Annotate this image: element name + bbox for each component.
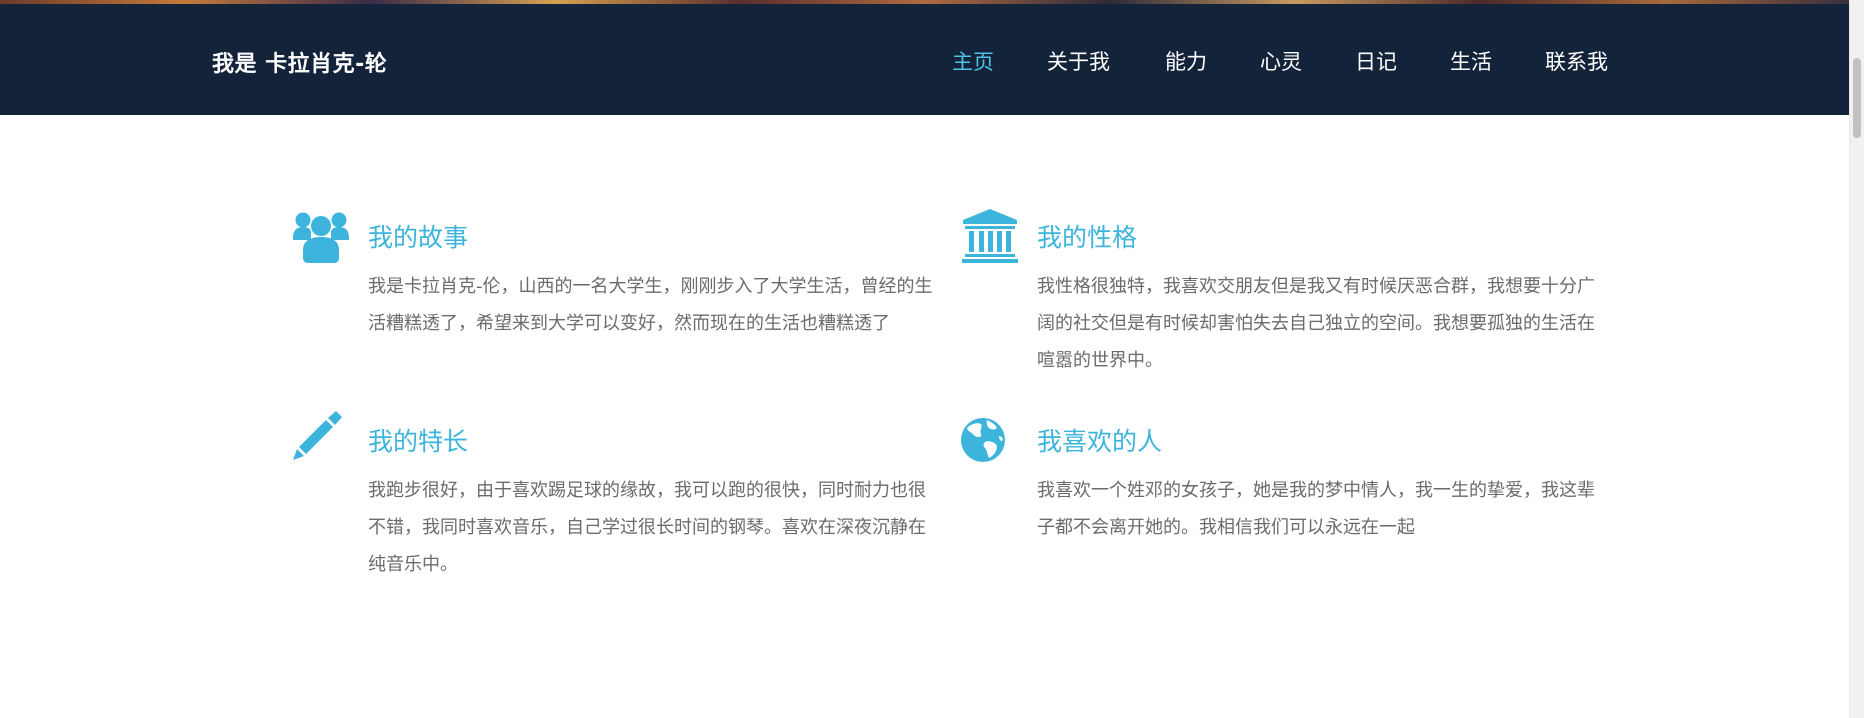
globe-icon <box>961 410 1019 468</box>
main-nav: 主页 关于我 能力 心灵 日记 生活 联系我 <box>0 46 1850 76</box>
users-icon <box>292 206 350 264</box>
navbar: 我是 卡拉肖克-轮 主页 关于我 能力 心灵 日记 生活 联系我 <box>0 4 1850 115</box>
nav-item-diary[interactable]: 日记 <box>1355 46 1397 76</box>
page-scrollbar[interactable] <box>1849 0 1864 718</box>
nav-item-contact[interactable]: 联系我 <box>1545 46 1608 76</box>
nav-item-about[interactable]: 关于我 <box>1047 46 1110 76</box>
nav-item-skills[interactable]: 能力 <box>1165 46 1207 76</box>
bank-icon <box>961 206 1019 264</box>
feature-title: 我喜欢的人 <box>1037 427 1163 456</box>
feature-title: 我的性格 <box>1037 223 1138 252</box>
feature-description: 我是卡拉肖克-伦，山西的一名大学生，刚刚步入了大学生活，曾经的生活糟糕透了，希望… <box>368 276 933 334</box>
nav-item-mind[interactable]: 心灵 <box>1260 46 1302 76</box>
feature-description: 我性格很独特，我喜欢交朋友但是我又有时候厌恶合群，我想要十分广阔的社交但是有时候… <box>1037 276 1595 371</box>
nav-item-life[interactable]: 生活 <box>1450 46 1492 76</box>
nav-item-home[interactable]: 主页 <box>952 46 994 76</box>
scrollbar-thumb[interactable] <box>1853 58 1861 138</box>
feature-title: 我的故事 <box>368 223 469 252</box>
feature-description: 我喜欢一个姓邓的女孩子，她是我的梦中情人，我一生的挚爱，我这辈子都不会离开她的。… <box>1037 480 1595 538</box>
feature-description: 我跑步很好，由于喜欢踢足球的缘故，我可以跑的很快，同时耐力也很不错，我同时喜欢音… <box>368 480 926 575</box>
pencil-icon <box>292 410 350 468</box>
feature-title: 我的特长 <box>368 427 469 456</box>
